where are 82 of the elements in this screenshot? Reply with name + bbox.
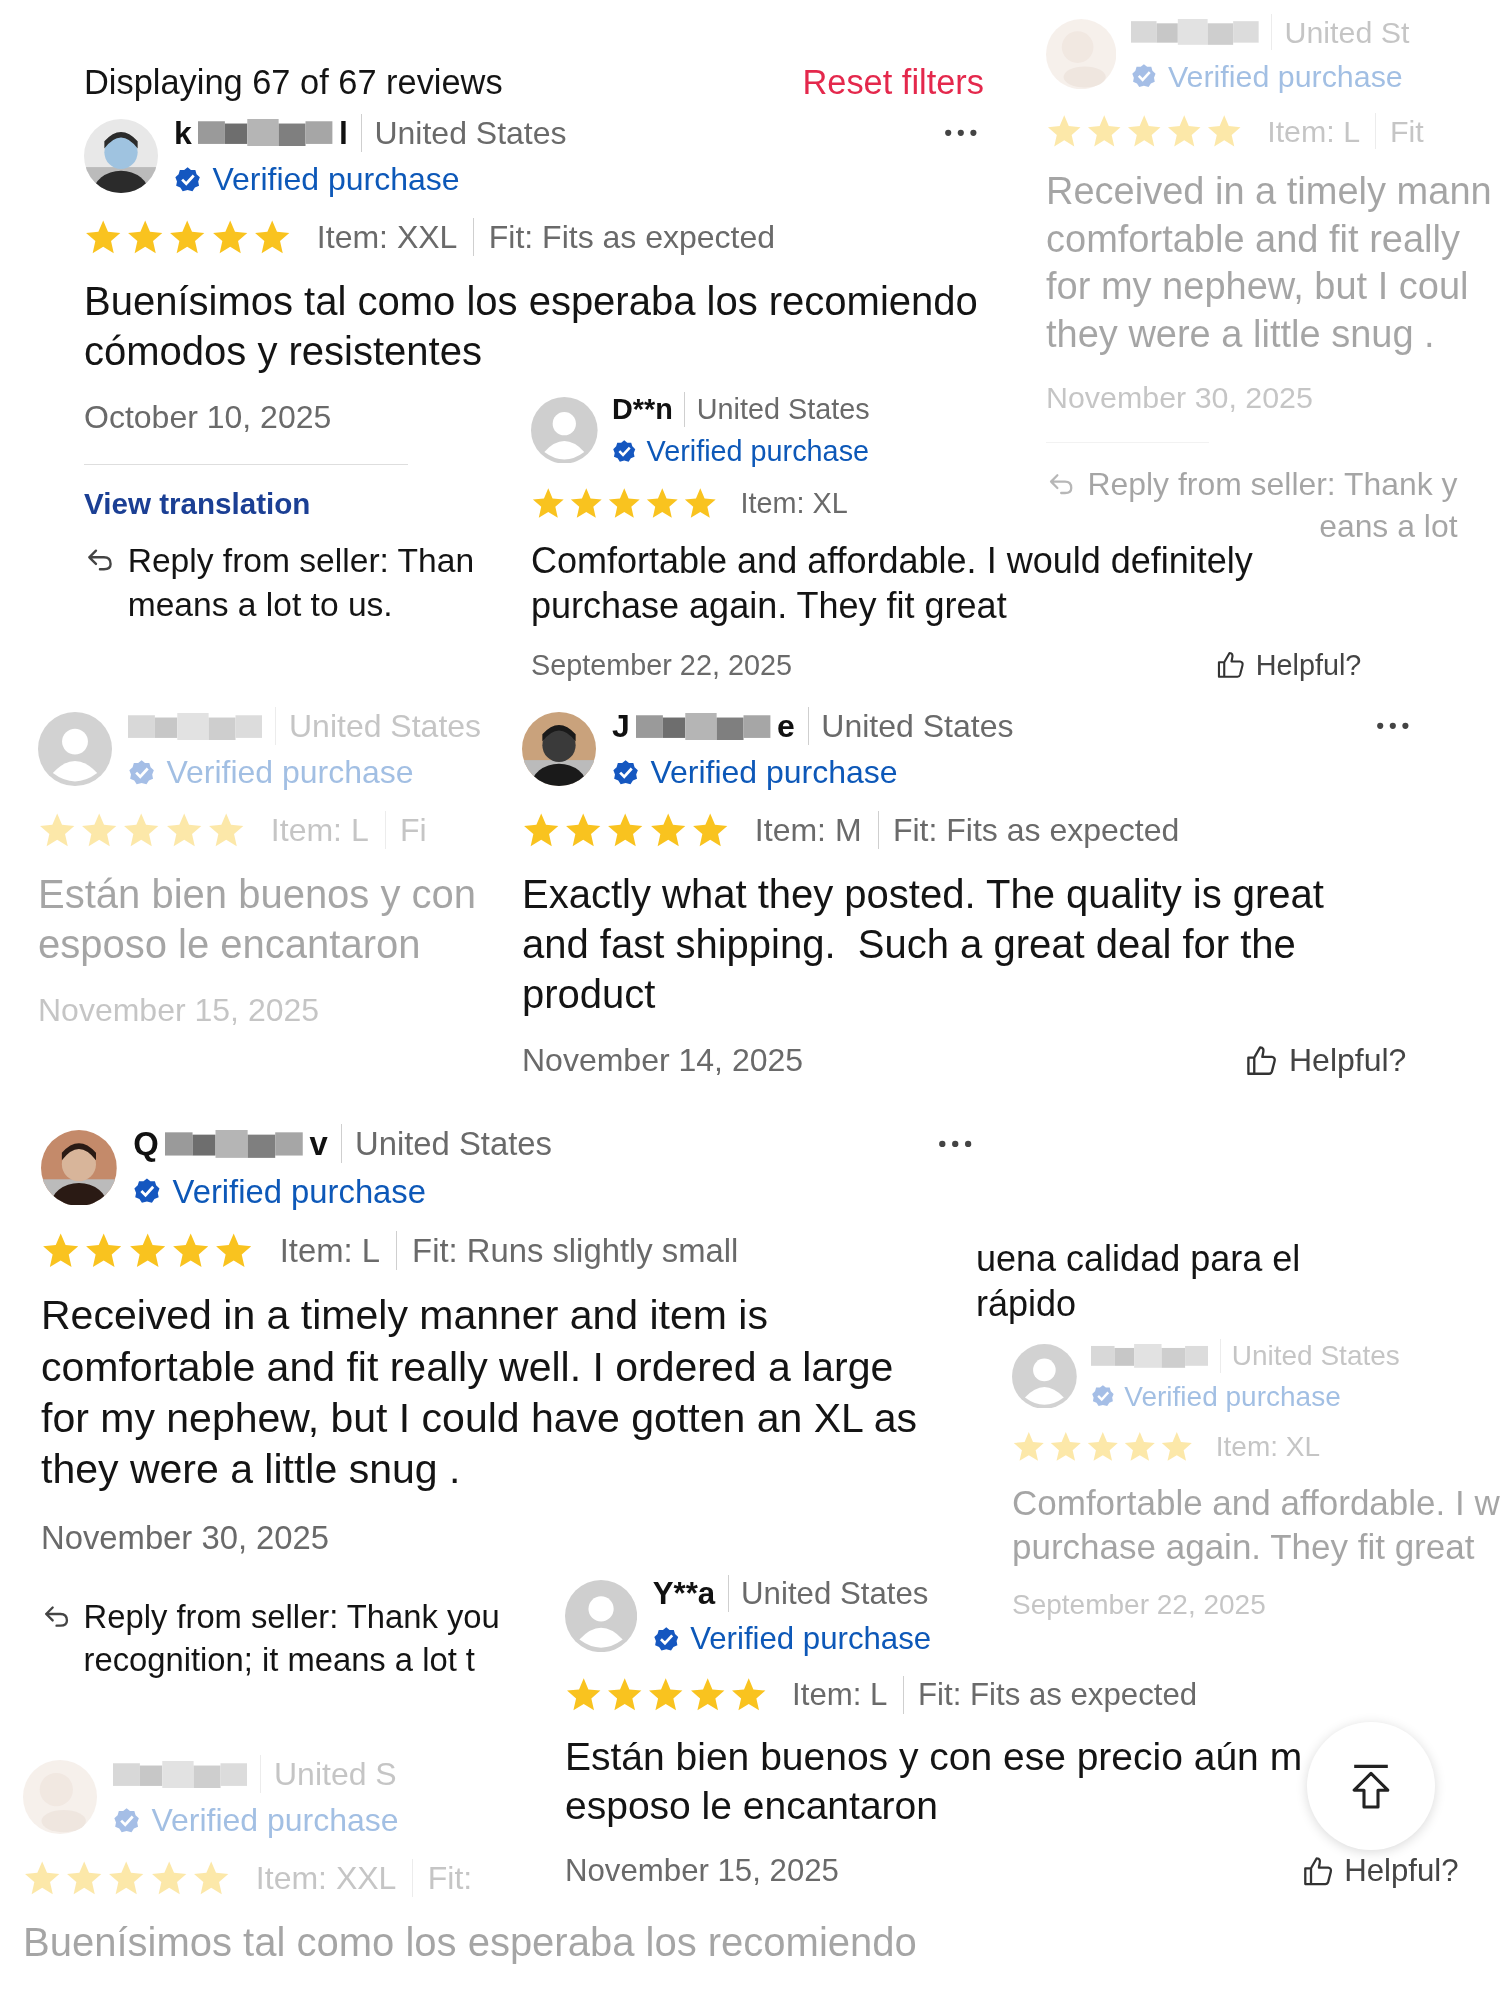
- reviewer-name-final: e: [776, 707, 795, 746]
- verified-purchase-label: Verified purchase: [650, 753, 898, 792]
- review-text: Comfortable and affordable. I w purchase again. They fit great: [1012, 1482, 1500, 1568]
- item-fit: Fit:: [412, 1858, 473, 1898]
- verified-purchase-label: Verified purchase: [1124, 1379, 1341, 1414]
- item-size: Item: L: [792, 1676, 888, 1714]
- verified-badge-icon: [1090, 1384, 1115, 1409]
- verified-badge-icon: [612, 759, 640, 787]
- verified-badge-icon: [113, 1807, 141, 1835]
- more-options-icon[interactable]: [1376, 721, 1410, 731]
- item-fit: Fit: Fits as expected: [473, 217, 776, 256]
- item-size: Item: M: [754, 810, 862, 850]
- review-count: Displaying 67 of 67 reviews: [84, 62, 503, 103]
- item-size: Item: XXL: [255, 1858, 397, 1898]
- verified-badge-icon: [128, 759, 156, 787]
- review-text: Received in a timely mann comfortable and fit really for my nephew, but I coul they were a little snug .: [1046, 169, 1492, 357]
- verified-purchase-label: Verified purchase: [166, 753, 414, 792]
- verified-badge-icon: [652, 1625, 680, 1653]
- review-date: September 22, 2025: [1012, 1587, 1266, 1622]
- reviewer-name-initial: Q: [133, 1124, 159, 1164]
- helpful-button[interactable]: Helpful?: [1215, 647, 1362, 683]
- item-size: Item: L: [279, 1230, 380, 1270]
- verified-purchase-label: Verified purchase: [151, 1801, 399, 1840]
- review-text: Están bien buenos y con ese precio aún m esposo le encantaron: [565, 1734, 1303, 1830]
- more-options-icon[interactable]: [938, 1138, 973, 1149]
- reviewer-country: United States: [340, 1124, 552, 1164]
- item-size: Item: L: [1267, 112, 1361, 150]
- review-text: Exactly what they posted. The quality is great and fast shipping. Such a great deal for the product: [522, 871, 1324, 1019]
- item-size: Item: XXL: [316, 217, 458, 256]
- avatar-placeholder-icon: [38, 712, 112, 787]
- reviewer-country: United S: [260, 1755, 397, 1794]
- item-fit: Fi: [384, 810, 427, 850]
- item-fit: Fit: [1375, 112, 1424, 150]
- review-text: uena calidad para el rápido: [976, 1237, 1301, 1326]
- verified-purchase-label: Verified purchase: [646, 433, 870, 469]
- verified-purchase-label: Verified purchase: [172, 1171, 426, 1211]
- verified-purchase-label: Verified purchase: [690, 1620, 932, 1658]
- seller-reply-text: Reply from seller: Thank you recognition; it means a lot t: [83, 1597, 500, 1680]
- reviewer-country: United States: [360, 113, 567, 152]
- review-date: November 14, 2025: [522, 1041, 804, 1080]
- item-size: Item: XL: [1215, 1430, 1321, 1464]
- verified-purchase-label: Verified purchase: [1167, 58, 1403, 95]
- reviewer-country: United States: [275, 707, 482, 746]
- item-size: Item: L: [270, 810, 369, 850]
- review-date: September 22, 2025: [531, 647, 792, 683]
- review-date: October 10, 2025: [84, 397, 332, 437]
- reviewer-name-initial: J: [612, 707, 630, 746]
- verified-badge-icon: [133, 1177, 162, 1206]
- more-options-icon[interactable]: [944, 128, 978, 138]
- reviewer-country: United States: [727, 1575, 929, 1613]
- view-translation-link[interactable]: View translation: [84, 487, 311, 522]
- review-text: Buenísimos tal como los esperaba los recomiendo: [23, 1919, 917, 1967]
- review-date: November 15, 2025: [565, 1852, 839, 1890]
- reviewer-name: D**n: [612, 392, 673, 427]
- reviewer-name-final: v: [309, 1124, 328, 1164]
- item-fit: Fit: Fits as expected: [903, 1676, 1198, 1714]
- avatar-placeholder-icon: [531, 396, 598, 464]
- reviewer-name-final: l: [338, 113, 348, 152]
- item-fit: Fit: Runs slightly small: [396, 1230, 739, 1270]
- reviewer-country: United St: [1271, 14, 1410, 51]
- verified-badge-icon: [1131, 63, 1158, 90]
- avatar-placeholder-icon: [1012, 1343, 1077, 1409]
- reviewer-country: United States: [684, 392, 870, 427]
- seller-reply-text: Reply from seller: Than means a lot to us.: [127, 541, 475, 625]
- verified-badge-icon: [612, 438, 637, 464]
- reviewer-name: Y**a: [652, 1575, 716, 1613]
- helpful-button[interactable]: Helpful?: [1244, 1041, 1407, 1080]
- item-fit: Fit: Fits as expected: [877, 810, 1180, 850]
- reviewer-country: United States: [1219, 1339, 1400, 1373]
- helpful-button[interactable]: Helpful?: [1300, 1852, 1459, 1890]
- reviewer-name-initial: k: [174, 113, 192, 152]
- verified-purchase-label: Verified purchase: [212, 160, 460, 199]
- review-date: November 30, 2025: [41, 1517, 330, 1558]
- review-text: Están bien buenos y con esposo le encantaron: [38, 871, 477, 969]
- verified-badge-icon: [174, 165, 202, 193]
- review-date: November 30, 2025: [1046, 379, 1313, 416]
- reset-filters-link[interactable]: Reset filters: [802, 62, 984, 104]
- reviewer-country: United States: [807, 707, 1014, 746]
- review-date: November 15, 2025: [38, 991, 320, 1030]
- review-text: Received in a timely manner and item is comfortable and fit really well. I ordered a large for my nephew, but I could have gotten an XL as they were a little snug .: [41, 1291, 917, 1495]
- item-size: Item: XL: [740, 485, 848, 521]
- review-text: Buenísimos tal como los esperaba los recomiendo cómodos y resistentes: [84, 277, 978, 375]
